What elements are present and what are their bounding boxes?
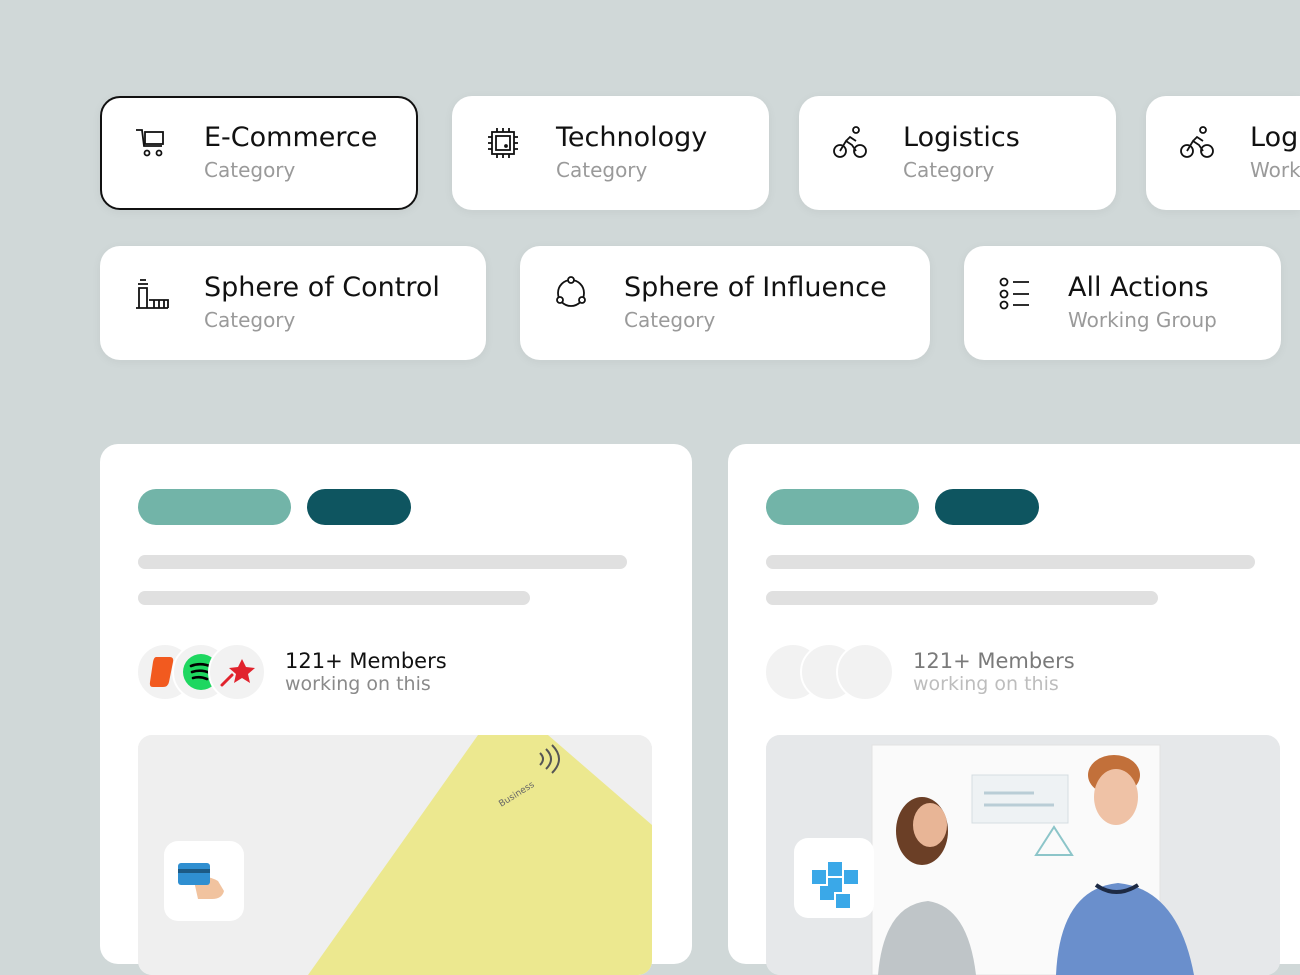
chip-logistics[interactable]: Logistics Category [799,96,1116,210]
chip-sphere-of-influence[interactable]: Sphere of Influence Category [520,246,930,360]
chip-subtitle: Working Group [1068,308,1217,332]
members-count: 121+ Members [285,649,447,673]
chip-title: Technology [556,122,708,153]
members-subtitle: working on this [285,673,431,695]
members-count: 121+ Members [913,649,1075,673]
text-placeholder-line [766,591,1158,605]
chip-icon [484,124,522,162]
chip-title: Logi [1250,122,1300,153]
chip-title: Sphere of Control [204,272,440,303]
blocks-badge [794,838,874,918]
chip-title: Sphere of Influence [624,272,887,303]
bicycle-icon [1178,124,1216,162]
cart-icon [132,124,170,162]
chip-sphere-of-control[interactable]: Sphere of Control Category [100,246,486,360]
tag-pill [307,489,411,525]
control-tower-icon [132,274,170,312]
blocks-cube-icon [812,862,858,908]
card-payment-badge [164,841,244,921]
members-subtitle: working on this [913,673,1059,695]
chip-subtitle: Category [204,308,296,332]
chip-technology[interactable]: Technology Category [452,96,769,210]
text-placeholder-line [766,555,1255,569]
chip-title: Logistics [903,122,1020,153]
chip-subtitle: Category [903,158,995,182]
chip-subtitle: Work [1250,158,1300,182]
card-payment-icon [178,863,224,899]
list-icon [996,274,1034,312]
chip-subtitle: Category [556,158,648,182]
chip-title: All Actions [1068,272,1209,303]
project-card-2[interactable]: 121+ Members working on this [728,444,1300,975]
chip-title: E-Commerce [204,122,378,153]
chip-subtitle: Category [624,308,716,332]
chip-all-actions[interactable]: All Actions Working Group [964,246,1281,360]
placeholder-avatar [836,643,894,701]
tag-pill [935,489,1039,525]
chip-subtitle: Category [204,158,296,182]
bicycle-icon [831,124,869,162]
text-placeholder-line [138,555,627,569]
tag-pill [138,489,291,525]
chip-ecommerce[interactable]: E-Commerce Category [100,96,418,210]
project-card-1[interactable]: 121+ Members working on this Business [100,444,692,975]
chip-logistics-partial[interactable]: Logi Work [1146,96,1300,210]
network-circle-icon [552,274,590,312]
red-star-logo [208,643,266,701]
text-placeholder-line [138,591,530,605]
tag-pill [766,489,919,525]
